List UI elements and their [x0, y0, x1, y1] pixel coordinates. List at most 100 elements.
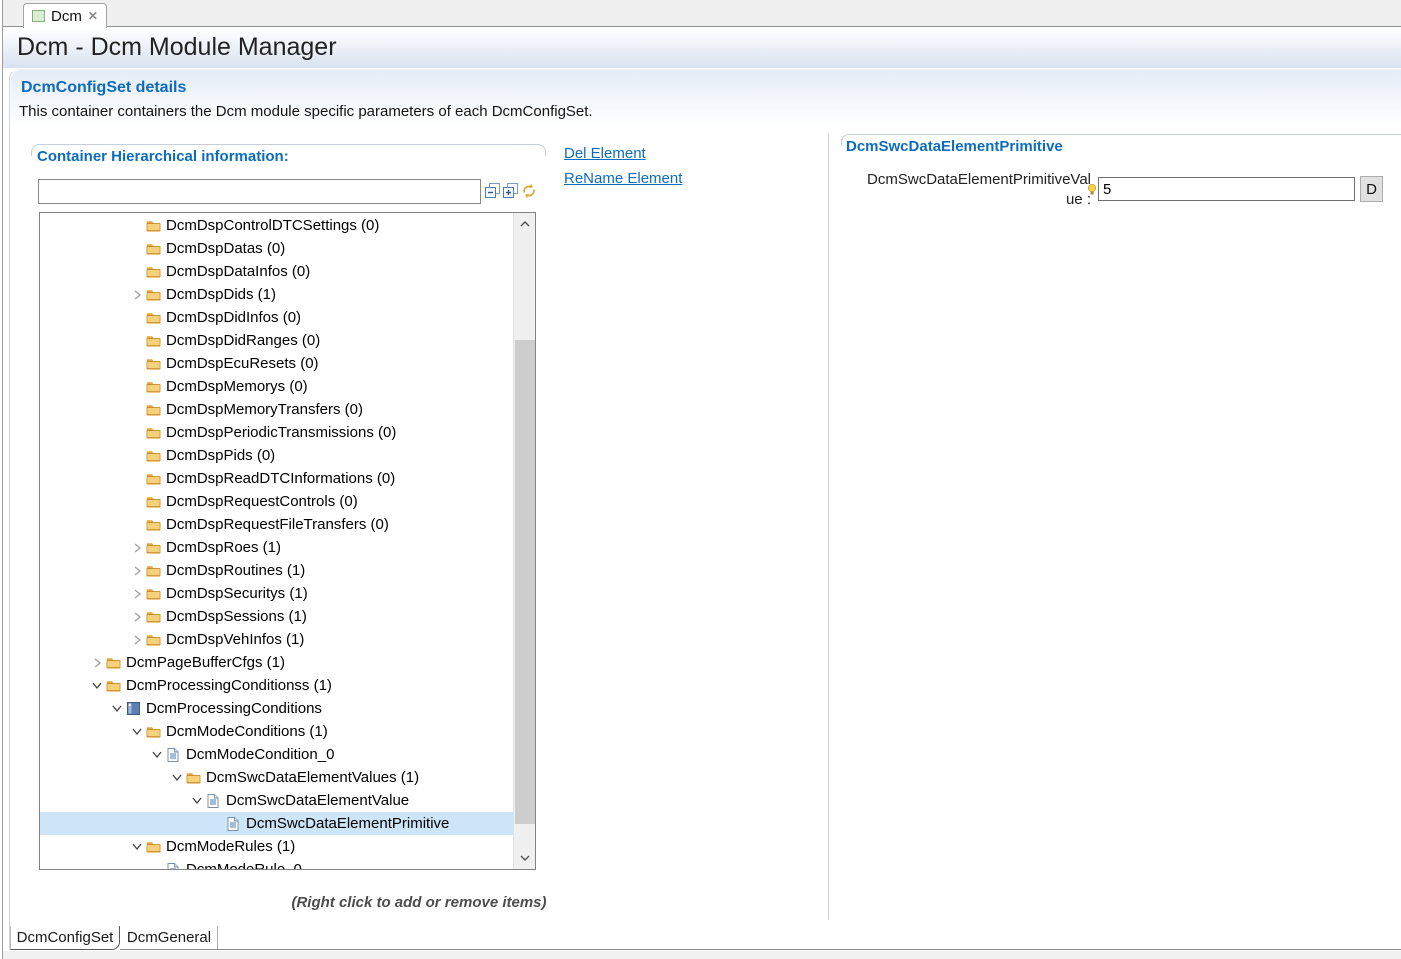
chevron-right-icon[interactable]: [129, 586, 145, 602]
tree-item[interactable]: DcmDspSecuritys (1): [40, 582, 513, 605]
tree-item[interactable]: DcmDspSessions (1): [40, 605, 513, 628]
chevron-down-icon[interactable]: [169, 770, 185, 786]
default-value-button[interactable]: D: [1360, 176, 1383, 202]
tree-item[interactable]: DcmDspMemorys (0): [40, 375, 513, 398]
folder-icon: [185, 771, 201, 784]
expand-all-icon[interactable]: [503, 183, 519, 199]
folder-icon: [145, 610, 161, 623]
tree-hint: (Right click to add or remove items): [10, 894, 828, 911]
container-tree: DcmDspControlDTCSettings (0) DcmDspDatas …: [40, 214, 513, 870]
config-set-description: This container containers the Dcm module…: [19, 103, 593, 120]
tree-item-label: DcmSwcDataElementValues (1): [206, 769, 419, 786]
tree-item[interactable]: DcmModeCondition_0: [40, 743, 513, 766]
tree-item[interactable]: DcmSwcDataElementValues (1): [40, 766, 513, 789]
tree-item-label: DcmModeRule_0: [186, 861, 302, 870]
chevron-down-icon[interactable]: [129, 839, 145, 855]
editor-tab-label: Dcm: [51, 8, 82, 25]
tree-item[interactable]: DcmDspMemoryTransfers (0): [40, 398, 513, 421]
tree-item[interactable]: DcmDspRoes (1): [40, 536, 513, 559]
tree-item-label: DcmDspRequestControls (0): [166, 493, 358, 510]
tree-item-label: DcmModeCondition_0: [186, 746, 334, 763]
chevron-right-icon[interactable]: [89, 655, 105, 671]
tree-item-label: DcmDspDidRanges (0): [166, 332, 320, 349]
tree-item[interactable]: DcmModeRule_0: [40, 858, 513, 870]
tree-item[interactable]: DcmDspPids (0): [40, 444, 513, 467]
chevron-right-icon[interactable]: [129, 632, 145, 648]
tree-item[interactable]: DcmDspDataInfos (0): [40, 260, 513, 283]
refresh-icon[interactable]: [521, 183, 537, 199]
tree-item[interactable]: DcmDspPeriodicTransmissions (0): [40, 421, 513, 444]
tree-item[interactable]: DcmDspRoutines (1): [40, 559, 513, 582]
folder-icon: [145, 288, 161, 301]
tree-item[interactable]: DcmPageBufferCfgs (1): [40, 651, 513, 674]
tab-dcmconfigset[interactable]: DcmConfigSet: [10, 926, 120, 950]
tree-item-label: DcmDspDatas (0): [166, 240, 285, 257]
bottom-tabbar-line: [120, 949, 1401, 950]
expander-spacer: [129, 517, 145, 533]
expander-spacer: [209, 816, 225, 832]
tree-item-label: DcmDspDids (1): [166, 286, 276, 303]
document-icon: [205, 794, 221, 808]
tree-item[interactable]: DcmDspEcuResets (0): [40, 352, 513, 375]
folder-icon: [145, 725, 161, 738]
tree-item[interactable]: DcmProcessingConditions: [40, 697, 513, 720]
chevron-down-icon[interactable]: [129, 724, 145, 740]
scroll-up-icon[interactable]: [514, 213, 536, 235]
close-icon[interactable]: ✕: [88, 9, 98, 23]
tree-item[interactable]: DcmSwcDataElementPrimitive: [40, 812, 513, 835]
chevron-right-icon[interactable]: [129, 563, 145, 579]
chevron-down-icon[interactable]: [189, 793, 205, 809]
tree-item[interactable]: DcmDspReadDTCInformations (0): [40, 467, 513, 490]
chevron-down-icon[interactable]: [149, 747, 165, 763]
editor-tab-dcm[interactable]: Dcm ✕: [23, 3, 107, 28]
folder-icon: [145, 518, 161, 531]
tree-item-label: DcmDspDataInfos (0): [166, 263, 310, 280]
page-title: Dcm - Dcm Module Manager: [17, 33, 337, 62]
tree-item-label: DcmDspDidInfos (0): [166, 309, 301, 326]
tree-item[interactable]: DcmDspDids (1): [40, 283, 513, 306]
chevron-down-icon[interactable]: [89, 678, 105, 694]
tree-item[interactable]: DcmDspDatas (0): [40, 237, 513, 260]
rename-element-link[interactable]: ReName Element: [564, 170, 682, 187]
del-element-link[interactable]: Del Element: [564, 145, 646, 162]
tree-item-label: DcmDspRoes (1): [166, 539, 281, 556]
tree-item-label: DcmDspSessions (1): [166, 608, 307, 625]
expander-spacer: [149, 862, 165, 871]
folder-icon: [145, 403, 161, 416]
tree-item[interactable]: DcmDspVehInfos (1): [40, 628, 513, 651]
chevron-down-icon[interactable]: [109, 701, 125, 717]
folder-icon: [145, 472, 161, 485]
tree-item[interactable]: DcmDspRequestFileTransfers (0): [40, 513, 513, 536]
tree-item[interactable]: DcmModeConditions (1): [40, 720, 513, 743]
tree-scrollbar[interactable]: [513, 213, 535, 869]
folder-icon: [145, 219, 161, 232]
expander-spacer: [129, 448, 145, 464]
tree-item[interactable]: DcmDspRequestControls (0): [40, 490, 513, 513]
chevron-right-icon[interactable]: [129, 540, 145, 556]
scrollbar-thumb[interactable]: [515, 340, 535, 824]
tree-filter-input[interactable]: [38, 179, 481, 204]
lightbulb-icon: [1087, 183, 1097, 202]
tree-item-label: DcmDspControlDTCSettings (0): [166, 217, 379, 234]
container-hierarchy-tree[interactable]: DcmDspControlDTCSettings (0) DcmDspDatas …: [39, 212, 536, 870]
chevron-right-icon[interactable]: [129, 609, 145, 625]
expander-spacer: [129, 425, 145, 441]
collapse-all-icon[interactable]: [485, 183, 501, 199]
tree-item[interactable]: DcmDspDidRanges (0): [40, 329, 513, 352]
tree-item[interactable]: DcmModeRules (1): [40, 835, 513, 858]
primitive-value-input[interactable]: [1098, 177, 1355, 201]
folder-icon: [145, 357, 161, 370]
tab-dcmgeneral[interactable]: DcmGeneral: [121, 926, 218, 949]
tree-item[interactable]: DcmSwcDataElementValue: [40, 789, 513, 812]
expander-spacer: [129, 264, 145, 280]
expander-spacer: [129, 310, 145, 326]
expander-spacer: [129, 379, 145, 395]
tree-item[interactable]: DcmDspControlDTCSettings (0): [40, 214, 513, 237]
scroll-down-icon[interactable]: [514, 847, 536, 869]
chevron-right-icon[interactable]: [129, 287, 145, 303]
expander-spacer: [129, 356, 145, 372]
expander-spacer: [129, 402, 145, 418]
tree-item[interactable]: DcmDspDidInfos (0): [40, 306, 513, 329]
folder-icon: [145, 495, 161, 508]
tree-item[interactable]: DcmProcessingConditionss (1): [40, 674, 513, 697]
